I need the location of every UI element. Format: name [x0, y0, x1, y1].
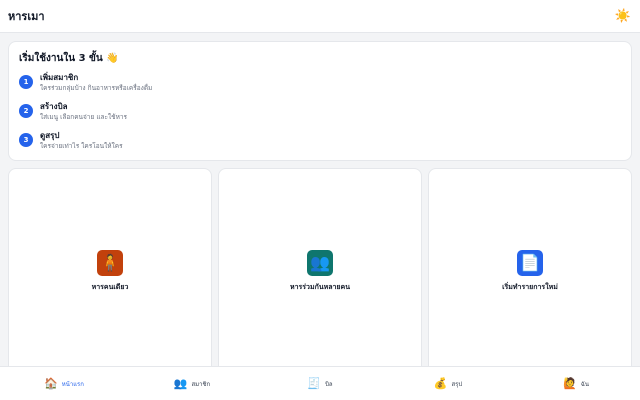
app-title: หารเมา — [8, 10, 45, 23]
step-number-badge: 1 — [19, 75, 33, 89]
receipt-icon: 🧾 — [307, 377, 322, 390]
nav-item-home[interactable]: 🏠 หน้าแรก — [0, 367, 128, 400]
onboarding-step: 3 ดูสรุป ใครจ่ายเท่าไร ใครโอนให้ใคร — [19, 130, 621, 159]
nav-item-summary[interactable]: 💰 สรุป — [384, 367, 512, 400]
top-header: หารเมา ☀️ — [0, 0, 640, 33]
split-group-label: หารร่วมกันหลายคน — [289, 282, 351, 291]
split-solo-label: หารคนเดียว — [91, 282, 129, 291]
money-bag-icon: 💰 — [433, 377, 448, 390]
onboarding-card: เริ่มใช้งานใน 3 ขั้น 👋 1 เพิ่มสมาชิก ใคร… — [8, 41, 632, 161]
step-number-badge: 2 — [19, 104, 33, 118]
nav-item-bills[interactable]: 🧾 บิล — [256, 367, 384, 400]
app-root: หารเมา ☀️ เริ่มใช้งานใน 3 ขั้น 👋 1 เพิ่ม… — [0, 0, 640, 400]
split-solo-card[interactable]: 🧍 หารคนเดียว — [8, 168, 212, 378]
person-icon: 🧍 — [97, 249, 123, 276]
nav-label: สรุป — [451, 380, 463, 388]
onboarding-step: 2 สร้างบิล ใส่เมนู เลือกคนจ่าย และใช้หาร — [19, 101, 621, 130]
profile-icon: 🙋 — [563, 377, 577, 390]
members-icon: 👥 — [173, 377, 188, 390]
step-title: เพิ่มสมาชิก — [40, 73, 79, 82]
sun-icon[interactable]: ☀️ — [615, 10, 631, 23]
nav-item-me[interactable]: 🙋 ฉัน — [512, 367, 640, 400]
nav-label: ฉัน — [580, 380, 589, 388]
onboarding-title: เริ่มใช้งานใน 3 ขั้น 👋 — [19, 53, 119, 64]
new-list-card[interactable]: 📄 เริ่มทำรายการใหม่ — [428, 168, 632, 378]
home-icon: 🏠 — [44, 377, 58, 390]
split-group-card[interactable]: 👥 หารร่วมกันหลายคน — [218, 168, 422, 378]
step-text: สร้างบิล ใส่เมนู เลือกคนจ่าย และใช้หาร — [40, 101, 127, 122]
step-description: ใครจ่ายเท่าไร ใครโอนให้ใคร — [40, 142, 123, 150]
new-list-label: เริ่มทำรายการใหม่ — [502, 282, 558, 291]
action-cards: 🧍 หารคนเดียว 👥 หารร่วมกันหลายคน 📄 เริ่มท… — [8, 168, 632, 378]
document-icon: 📄 — [517, 249, 543, 276]
group-icon: 👥 — [307, 249, 333, 276]
nav-item-members[interactable]: 👥 สมาชิก — [128, 367, 256, 400]
nav-label: หน้าแรก — [61, 380, 84, 388]
step-description: ใครร่วมกลุ่มบ้าง กินอาหารหรือเครื่องดื่ม — [40, 84, 153, 92]
nav-label: บิล — [325, 380, 333, 388]
step-text: ดูสรุป ใครจ่ายเท่าไร ใครโอนให้ใคร — [40, 130, 123, 151]
step-text: เพิ่มสมาชิก ใครร่วมกลุ่มบ้าง กินอาหารหรื… — [40, 72, 152, 93]
step-title: สร้างบิล — [40, 102, 68, 111]
nav-label: สมาชิก — [191, 380, 211, 388]
step-title: ดูสรุป — [40, 131, 60, 140]
onboarding-step: 1 เพิ่มสมาชิก ใครร่วมกลุ่มบ้าง กินอาหารห… — [19, 72, 621, 101]
step-number-badge: 3 — [19, 133, 33, 147]
bottom-nav: 🏠 หน้าแรก 👥 สมาชิก 🧾 บิล 💰 สรุป 🙋 ฉัน — [0, 366, 640, 400]
step-description: ใส่เมนู เลือกคนจ่าย และใช้หาร — [40, 113, 128, 121]
